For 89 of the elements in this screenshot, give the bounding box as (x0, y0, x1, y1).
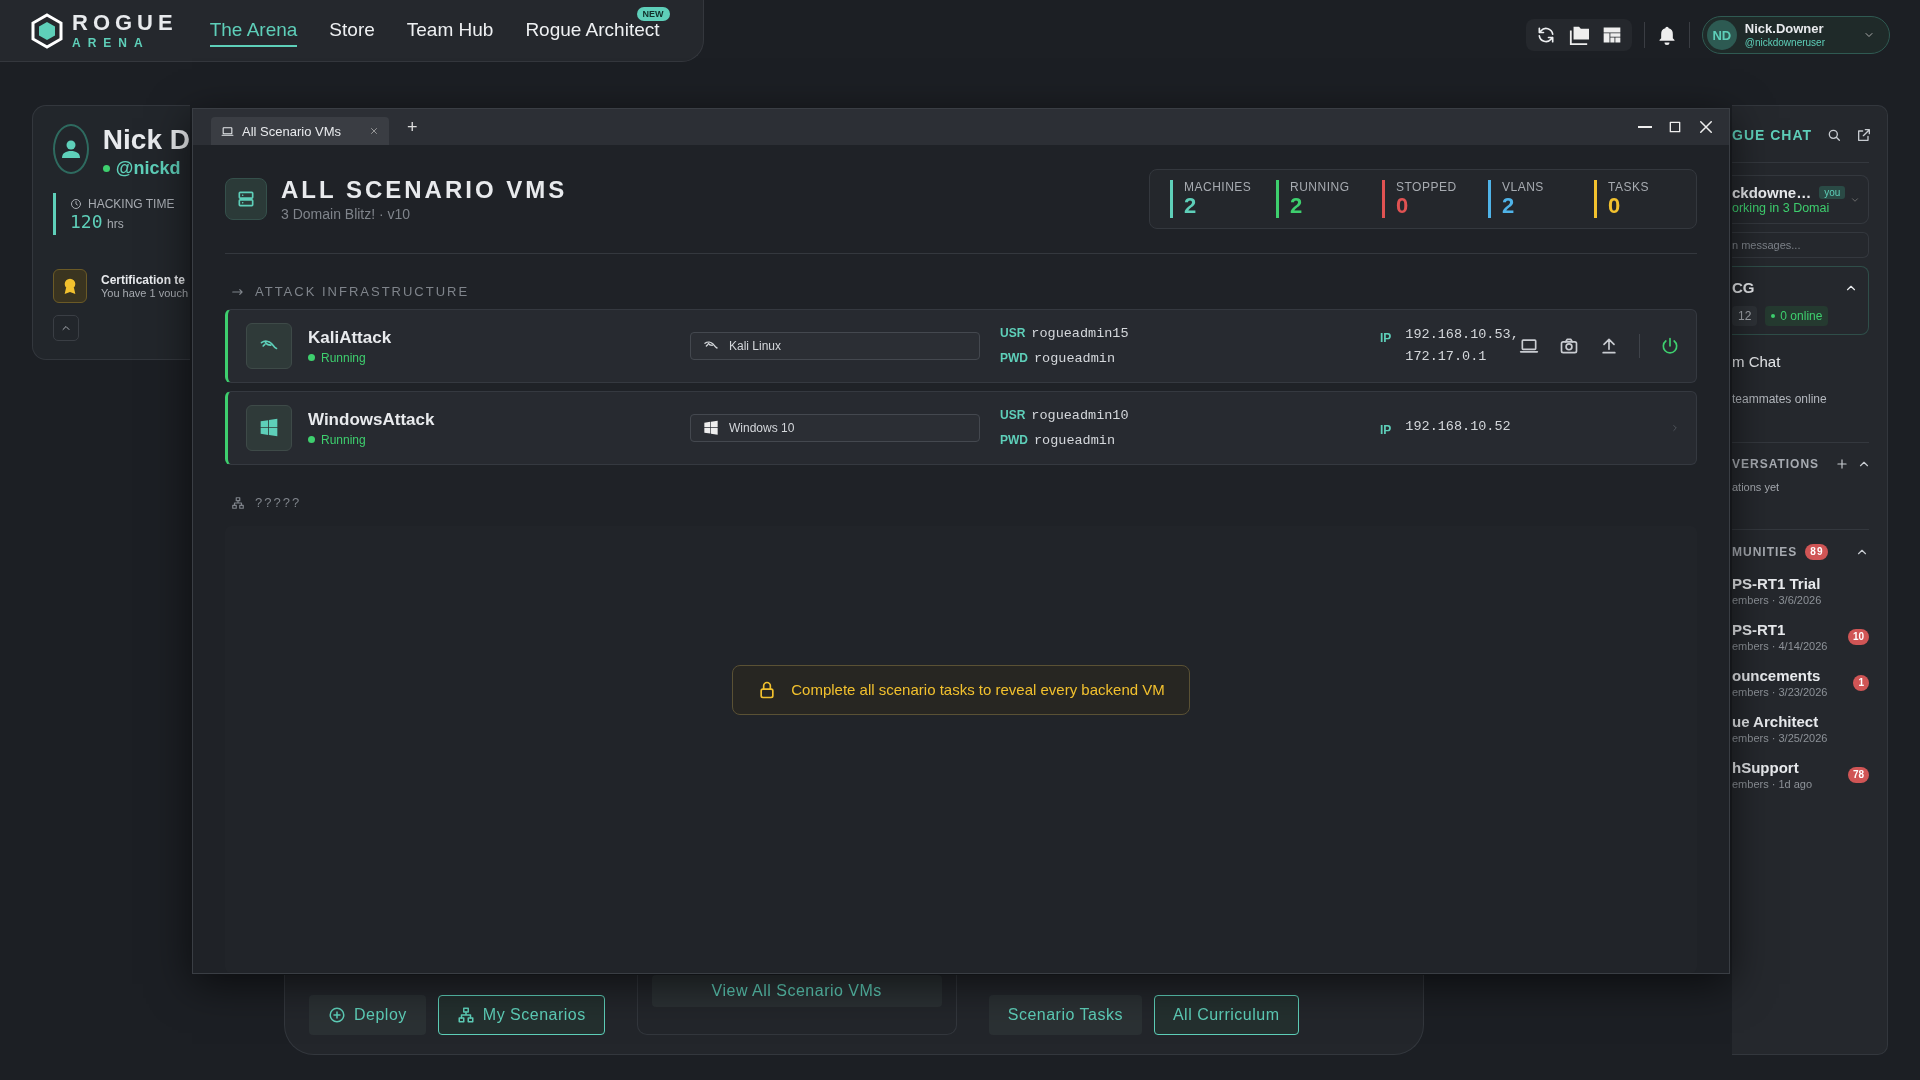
online-count: 0 online (1765, 306, 1829, 326)
medal-icon (53, 269, 87, 303)
username-text: USR rogueadmin15 (1000, 325, 1130, 344)
maximize-icon (1667, 119, 1683, 135)
stat-bar: VLANS 2 (1488, 180, 1572, 219)
nav-link[interactable]: Store (329, 14, 375, 47)
username-text: USR rogueadmin10 (1000, 407, 1130, 426)
ip-address: 192.168.10.52 (1405, 417, 1511, 436)
vm-name: KaliAttack (308, 327, 393, 348)
vm-name: WindowsAttack (308, 409, 436, 430)
new-tab-button[interactable]: + (399, 116, 426, 138)
ip-label: IP (1380, 330, 1392, 348)
stat-bar: MACHINES 2 (1170, 180, 1254, 219)
password-text: PWD rogueadmin (1000, 432, 1116, 451)
plus-icon (1835, 457, 1850, 471)
nav-link[interactable]: Team Hub (406, 14, 494, 47)
ip-address: 172.17.0.1 (1405, 348, 1488, 367)
hexagon-logo-icon (30, 12, 64, 49)
scenario-tasks-button[interactable]: Scenario Tasks (988, 994, 1142, 1035)
user-avatar: ND (1706, 20, 1737, 50)
logo-subtext: ARENA (72, 37, 151, 49)
view-all-vms-button[interactable]: View All Scenario VMs (651, 975, 942, 1007)
window-heading: ALL SCENARIO VMS (281, 176, 568, 205)
member-count: 12 (1732, 306, 1758, 326)
community-item[interactable]: ue Architect embers · 3/25/2026 (1732, 713, 1869, 744)
vm-row[interactable]: KaliAttack Running Kali Linux USR rogueadmin15 PWD rogueadmin IP 192.168.10.53, 172.17.0.1 (225, 309, 1697, 384)
community-item[interactable]: hSupport embers · 1d ago 78 (1732, 759, 1869, 790)
stat-value: 120 (70, 210, 103, 232)
plus-circle-icon (328, 1005, 346, 1024)
add-icon[interactable] (1835, 457, 1850, 471)
logo-text: ROGUE (72, 12, 178, 34)
empty-text: ations yet (1732, 481, 1781, 493)
user-menu[interactable]: ND Nick.Downer @nickdowneruser (1701, 16, 1890, 54)
stat-unit: hrs (106, 216, 124, 231)
you-badge: you (1819, 186, 1846, 199)
cert-text: You have 1 vouch (101, 287, 189, 299)
laptop-icon (221, 124, 234, 138)
chat-user-status: orking in 3 Domai (1732, 201, 1831, 215)
deploy-button[interactable]: Deploy (309, 994, 426, 1035)
community-item[interactable]: PS-RT1 Trial embers · 3/6/2026 (1732, 575, 1869, 606)
new-badge: NEW (636, 6, 670, 21)
message-search-field[interactable]: n messages... (1732, 232, 1869, 258)
team-card[interactable]: CG 12 0 online (1732, 266, 1869, 335)
network-icon (231, 495, 245, 510)
ip-address: 192.168.10.53, (1405, 326, 1519, 345)
vm-status: Running (321, 432, 366, 447)
team-chat-status: teammates online (1732, 392, 1828, 406)
vm-status: Running (321, 350, 366, 365)
team-name: CG (1732, 279, 1755, 296)
os-field: Windows 10 (690, 414, 980, 443)
profile-handle: @nickd (115, 158, 181, 179)
avatar-silhouette-icon (53, 124, 89, 174)
profile-name: Nick D (102, 124, 190, 156)
user-name: Nick.Downer (1744, 22, 1825, 37)
locked-notice: Complete all scenario tasks to reveal every backend VM (732, 664, 1190, 715)
os-field: Kali Linux (690, 332, 980, 361)
vm-row[interactable]: WindowsAttack Running Windows 10 USR rogueadmin10 PWD rogueadmin IP 192.168.10.52 (225, 391, 1697, 466)
password-text: PWD rogueadmin (1000, 350, 1116, 369)
chat-user-card[interactable]: ckdowne… you orking in 3 Domai (1732, 175, 1869, 224)
window-subtitle: 3 Domain Blitz! · v10 (281, 206, 412, 223)
windows-logo-icon (703, 420, 719, 437)
section-title: VERSATIONS (1732, 457, 1820, 471)
stat-bar: STOPPED 0 (1382, 180, 1466, 219)
stat-bar: TASKS 0 (1594, 180, 1678, 219)
section-title: ????? (255, 495, 302, 511)
windows-logo-icon (259, 418, 279, 439)
unread-badge: 1 (1853, 674, 1869, 691)
count-badge: 89 (1805, 544, 1829, 560)
all-curriculum-button[interactable]: All Curriculum (1153, 994, 1299, 1035)
clock-icon (70, 197, 82, 210)
community-item[interactable]: ouncements embers · 3/23/2026 1 (1732, 667, 1869, 698)
network-icon (456, 1005, 475, 1024)
ip-label: IP (1380, 421, 1392, 439)
chat-title: GUE CHAT (1732, 127, 1813, 143)
user-handle: @nickdowneruser (1744, 36, 1825, 48)
team-chat-title[interactable]: m Chat (1732, 353, 1869, 370)
stat-label: HACKING TIME (88, 196, 175, 211)
section-title: ATTACK INFRASTRUCTURE (255, 284, 470, 300)
chevron-icon (1670, 423, 1680, 434)
chat-user-name: ckdowne… (1732, 184, 1812, 201)
cert-title: Certification te (101, 273, 186, 287)
unread-badge: 10 (1847, 628, 1869, 645)
stat-bar: RUNNING 2 (1276, 180, 1360, 219)
my-scenarios-button[interactable]: My Scenarios (437, 994, 605, 1035)
unread-badge: 78 (1847, 766, 1869, 783)
window-tab[interactable]: All Scenario VMs (211, 117, 389, 145)
section-title: MUNITIES (1732, 545, 1798, 559)
community-item[interactable]: PS-RT1 embers · 4/14/2026 10 (1732, 621, 1869, 652)
nav-link[interactable]: The Arena (209, 14, 298, 47)
